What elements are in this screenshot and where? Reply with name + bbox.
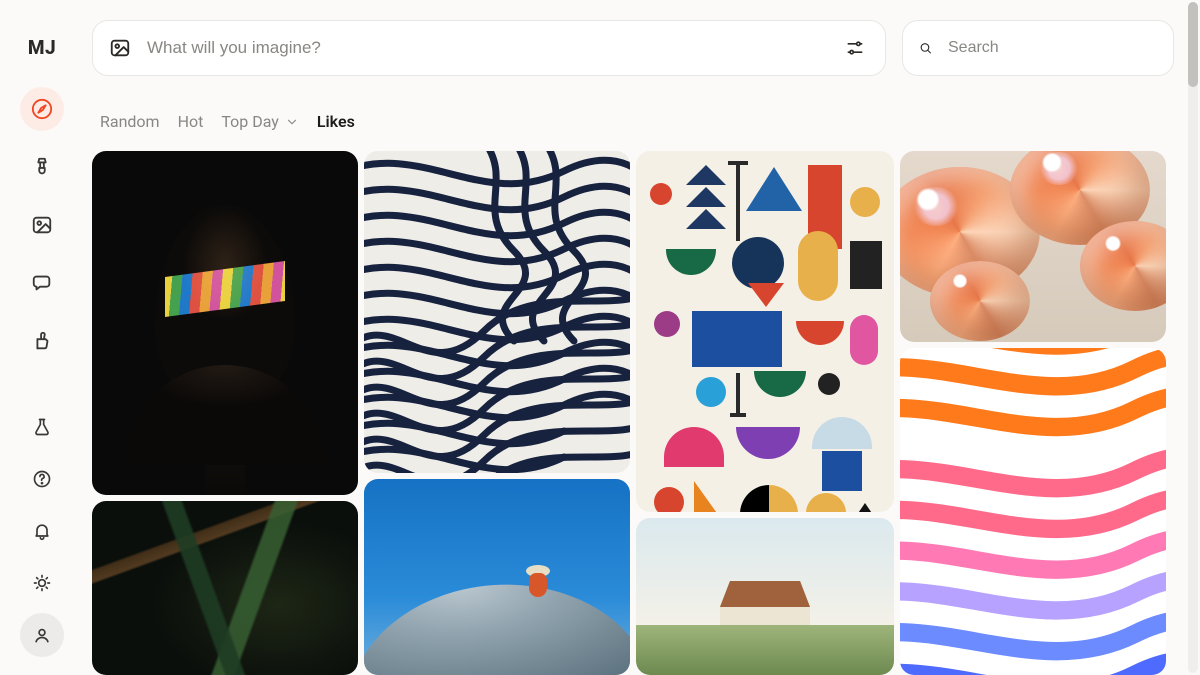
sidebar-item-labs[interactable] [20,405,64,449]
account-icon [32,625,52,645]
gallery-tile[interactable] [636,151,894,512]
top-bar [92,20,1174,76]
scrollbar-thumb[interactable] [1188,2,1198,87]
sidebar-item-notifications[interactable] [20,509,64,553]
main: Random Hot Top Day Likes [84,0,1200,675]
search-bar[interactable] [902,20,1174,76]
sidebar-item-theme[interactable] [20,561,64,605]
prompt-input[interactable] [145,37,827,59]
search-icon [919,38,932,58]
gallery-tile[interactable] [92,151,358,495]
prompt-bar[interactable] [92,20,886,76]
chat-icon [31,272,53,294]
sidebar-item-account[interactable] [20,613,64,657]
gallery-tile[interactable] [636,518,894,675]
chevron-down-icon [285,115,299,129]
compass-icon [31,98,53,120]
sidebar-item-create[interactable] [20,145,64,189]
image-icon [31,214,53,236]
sidebar: MJ [0,0,84,675]
search-input[interactable] [946,38,1157,58]
beaker-icon [32,417,52,437]
gallery-tile[interactable] [900,348,1166,675]
gallery-tile[interactable] [92,501,358,675]
sidebar-item-help[interactable] [20,457,64,501]
help-icon [32,469,52,489]
paintbrush-icon [31,156,53,178]
gallery [92,151,1174,675]
tab-label: Top Day [221,112,279,131]
gallery-tile[interactable] [900,151,1166,342]
bell-icon [32,521,52,541]
image-icon [109,37,131,59]
filter-tabs: Random Hot Top Day Likes [92,112,1174,131]
brand-logo[interactable]: MJ [28,36,56,59]
sidebar-item-explore[interactable] [20,87,64,131]
tab-random[interactable]: Random [100,112,160,131]
settings-button[interactable] [841,38,869,58]
tab-top-day[interactable]: Top Day [221,112,299,131]
scrollbar-rail[interactable] [1188,2,1198,673]
sliders-icon [845,38,865,58]
sun-icon [32,573,52,593]
sidebar-item-chat[interactable] [20,261,64,305]
tab-likes[interactable]: Likes [317,112,355,131]
sidebar-item-likes[interactable] [20,319,64,363]
tab-hot[interactable]: Hot [178,112,204,131]
sidebar-item-gallery[interactable] [20,203,64,247]
thumbs-up-icon [31,330,53,352]
gallery-tile[interactable] [364,151,630,473]
gallery-tile[interactable] [364,479,630,675]
